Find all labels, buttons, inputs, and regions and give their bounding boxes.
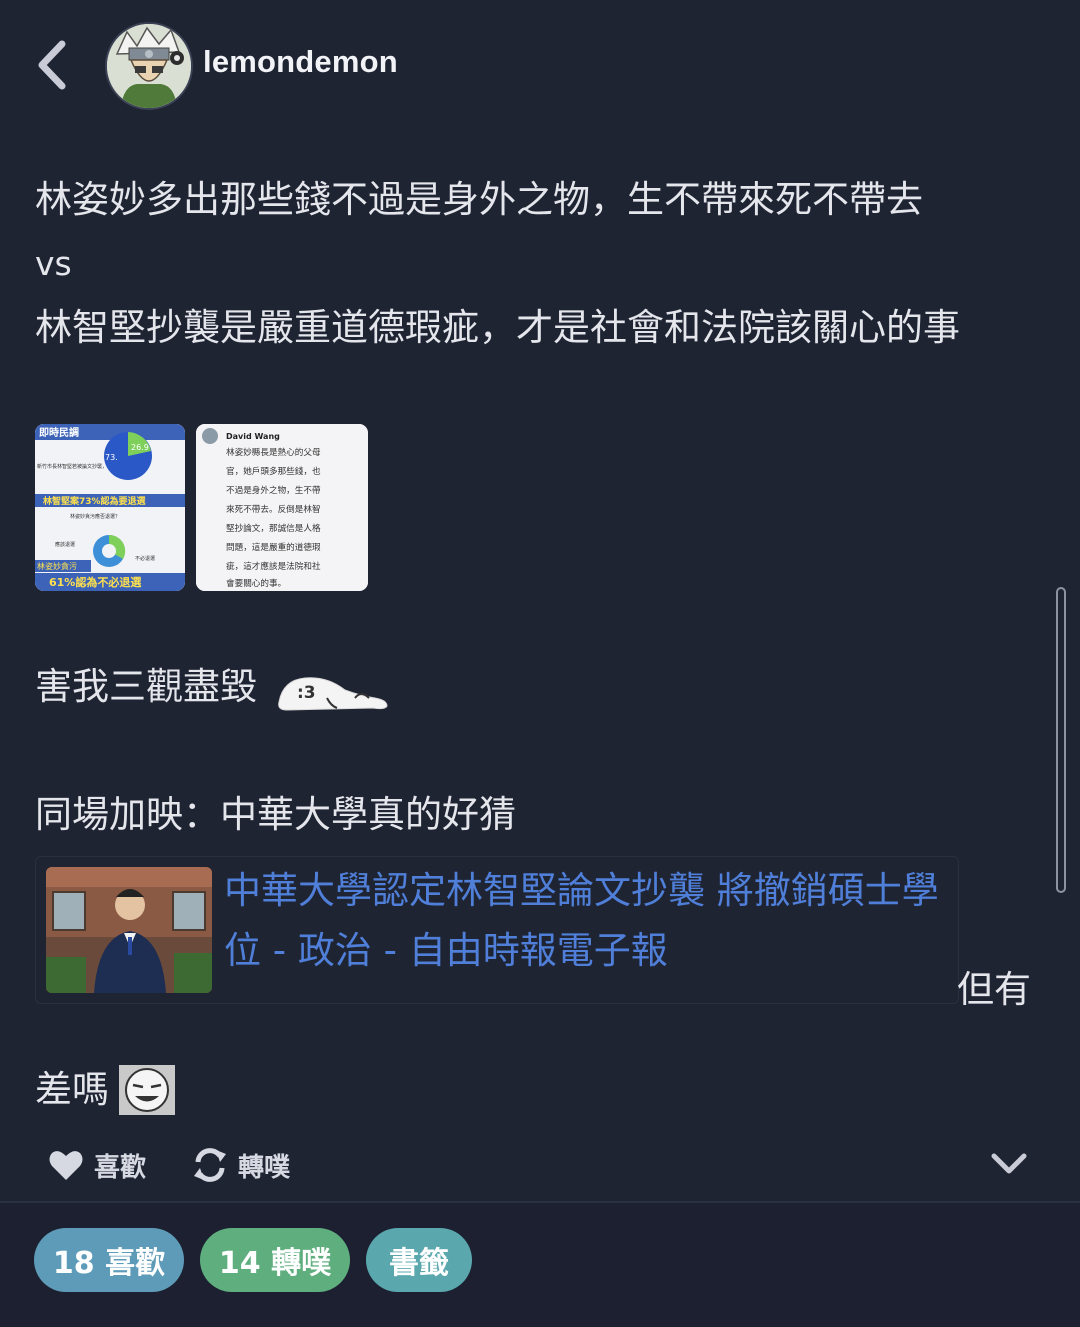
link-preview-card[interactable]: 中華大學認定林智堅論文抄襲 將撤銷碩士學位 - 政治 - 自由時報電子報	[35, 856, 959, 1004]
svg-text::3: :3	[297, 683, 316, 703]
comment-author: David Wang	[226, 432, 280, 441]
post-line-but-there: 但有	[957, 968, 1031, 1011]
post-line-vs: vs	[35, 244, 72, 283]
poll-name-tag: 林姿妙貪污	[37, 561, 77, 571]
like-action-label: 喜歡	[94, 1152, 147, 1183]
post-stats-footer: 18 喜歡 14 轉噗 書籤	[0, 1203, 1080, 1327]
poll-image-thumbnail[interactable]: 即時民調 73. 26.9 新竹市長林智堅若被論文抄襲， 林智堅案73%認為要退…	[35, 424, 185, 591]
comment-line-6: 問題，這是嚴重的道德瑕	[226, 541, 321, 553]
poll-headline-1: 林智堅案73%認為要退選	[43, 495, 147, 507]
like-action-button[interactable]: 喜歡	[48, 1140, 146, 1190]
comment-line-4: 來死不帶去。反倒是林智	[226, 503, 321, 515]
link-preview-image	[46, 867, 212, 993]
poll-pct-big: 73.	[105, 453, 118, 462]
back-arrow-icon[interactable]	[32, 38, 72, 92]
lying-seal-emoticon-icon: :3	[278, 677, 388, 711]
post-line-three-views: 害我三觀盡毀	[35, 665, 257, 708]
replurk-action-button[interactable]: 轉噗	[192, 1140, 290, 1190]
post-line-bonus: 同場加映：中華大學真的好猜	[35, 793, 516, 836]
avatar[interactable]	[105, 22, 193, 110]
poll-option-a: 應該退選	[55, 541, 75, 548]
likes-count-button[interactable]: 18 喜歡	[34, 1228, 184, 1292]
post-line-1: 林姿妙多出那些錢不過是身外之物，生不帶來死不帶去	[35, 178, 923, 221]
bookmark-button[interactable]: 書籤	[366, 1228, 472, 1292]
poll-question-1: 新竹市長林智堅若被論文抄襲，	[37, 463, 107, 470]
comment-line-2: 官，她戶頭多那些錢，也	[226, 465, 321, 477]
post-line-section3: 同場加映：中華大學真的好猜	[35, 783, 516, 847]
heart-icon	[49, 1151, 83, 1180]
username[interactable]: lemondemon	[203, 44, 398, 80]
post-action-bar: 喜歡 轉噗	[0, 1140, 1080, 1190]
post-header: lemondemon	[0, 0, 1080, 130]
replurks-count-button[interactable]: 14 轉噗	[200, 1228, 350, 1292]
post-content: 林姿妙多出那些錢不過是身外之物，生不帶來死不帶去 vs 林智堅抄襲是嚴重道德瑕疵…	[35, 168, 1045, 360]
poll-question-2: 林姿妙貪污應否退選？	[70, 513, 120, 520]
replurk-icon	[194, 1148, 226, 1182]
comment-screenshot-thumbnail[interactable]: David Wang 林姿妙縣長是熱心的父母 官，她戶頭多那些錢，也 不過是身外…	[196, 424, 368, 591]
comment-line-7: 疵，這才應該是法院和社	[226, 560, 321, 572]
replurk-action-label: 轉噗	[238, 1152, 291, 1183]
post-line-any-difference: 差嗎	[35, 1068, 109, 1111]
link-preview-title[interactable]: 中華大學認定林智堅論文抄襲 將撤銷碩士學位 - 政治 - 自由時報電子報	[224, 861, 952, 981]
chevron-down-icon[interactable]	[990, 1150, 1028, 1178]
poll-pct-small: 26.9	[131, 443, 149, 452]
post-line-section2: 害我三觀盡毀 :3	[35, 655, 393, 719]
poll-headline-2: 61%認為不必退選	[49, 575, 141, 589]
scrollbar[interactable]	[1056, 587, 1066, 893]
comment-line-1: 林姿妙縣長是熱心的父母	[226, 446, 321, 458]
comment-line-8: 會要關心的事。	[226, 577, 286, 589]
smirk-face-emoticon-icon	[119, 1065, 175, 1115]
poll-brand-label: 即時民調	[39, 426, 79, 439]
comment-line-3: 不過是身外之物，生不帶	[226, 484, 321, 496]
avatar-image	[107, 24, 191, 108]
post-line-section4: 差嗎	[35, 1058, 175, 1122]
post-line-3: 林智堅抄襲是嚴重道德瑕疵，才是社會和法院該關心的事	[35, 306, 960, 349]
poll-option-b: 不必退選	[135, 555, 155, 562]
comment-line-5: 堅抄論文，那誠信是人格	[226, 522, 321, 534]
